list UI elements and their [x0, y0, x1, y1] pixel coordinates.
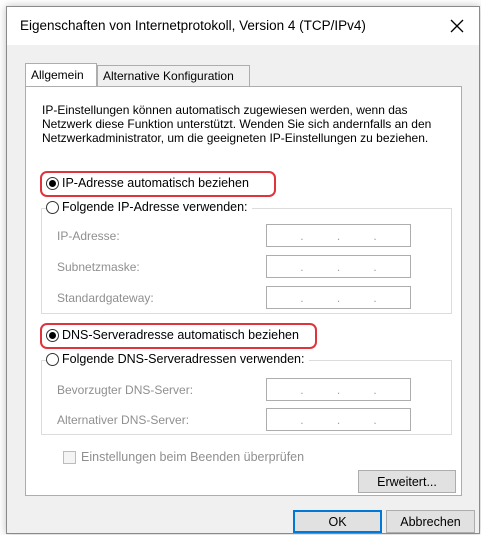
checkbox-icon [63, 450, 76, 464]
ipv4-properties-dialog: Eigenschaften von Internetprotokoll, Ver… [6, 6, 480, 534]
cancel-button[interactable]: Abbrechen [386, 510, 475, 533]
default-gateway-label: Standardgateway: [57, 291, 154, 305]
ip-address-label: IP-Adresse: [57, 229, 120, 243]
ip-auto-radio[interactable]: IP-Adresse automatisch beziehen [46, 176, 249, 190]
validate-settings-label: Einstellungen beim Beenden überprüfen [81, 450, 305, 464]
preferred-dns-label: Bevorzugter DNS-Server: [57, 383, 194, 397]
validate-settings-checkbox[interactable]: Einstellungen beim Beenden überprüfen [63, 450, 304, 464]
dns-manual-radio[interactable]: Folgende DNS-Serveradressen verwenden: [46, 352, 309, 366]
ip-manual-label: Folgende IP-Adresse verwenden: [62, 200, 248, 214]
close-icon [450, 19, 464, 33]
ok-button[interactable]: OK [293, 510, 382, 533]
intro-text: IP-Einstellungen können automatisch zuge… [42, 103, 432, 145]
general-tab-panel: IP-Einstellungen können automatisch zuge… [25, 86, 462, 496]
dns-auto-radio[interactable]: DNS-Serveradresse automatisch beziehen [46, 328, 299, 342]
radio-unselected-icon [46, 352, 59, 366]
alternate-dns-label: Alternativer DNS-Server: [57, 413, 190, 427]
ip-address-field[interactable]: ... [266, 224, 411, 247]
radio-selected-icon [46, 328, 59, 342]
ip-auto-label: IP-Adresse automatisch beziehen [62, 176, 249, 190]
alternate-dns-field[interactable]: ... [266, 408, 411, 431]
default-gateway-field[interactable]: ... [266, 286, 411, 309]
dns-auto-label: DNS-Serveradresse automatisch beziehen [62, 328, 299, 342]
preferred-dns-field[interactable]: ... [266, 378, 411, 401]
window-title: Eigenschaften von Internetprotokoll, Ver… [20, 18, 366, 33]
tab-allgemein[interactable]: Allgemein [25, 63, 97, 86]
advanced-button[interactable]: Erweitert... [358, 470, 456, 493]
ip-manual-radio[interactable]: Folgende IP-Adresse verwenden: [46, 200, 252, 214]
tab-alternative-konfiguration[interactable]: Alternative Konfiguration [97, 65, 250, 86]
radio-unselected-icon [46, 200, 59, 214]
close-button[interactable] [440, 11, 474, 41]
dns-manual-label: Folgende DNS-Serveradressen verwenden: [62, 352, 305, 366]
title-bar: Eigenschaften von Internetprotokoll, Ver… [7, 7, 479, 45]
radio-selected-icon [46, 176, 59, 190]
subnet-mask-field[interactable]: ... [266, 255, 411, 278]
subnet-mask-label: Subnetzmaske: [57, 260, 140, 274]
